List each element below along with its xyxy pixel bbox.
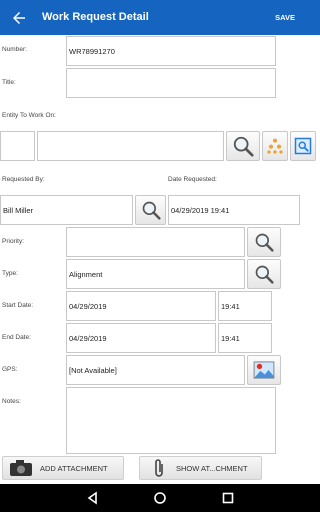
magnifier-icon <box>255 265 274 284</box>
end-time-field[interactable]: 19:41 <box>218 323 272 353</box>
show-attachment-button[interactable]: SHOW AT...CHMENT <box>139 456 262 480</box>
type-label: Type: <box>2 270 18 277</box>
gps-image-button[interactable] <box>247 355 281 385</box>
paperclip-icon <box>155 459 163 477</box>
number-field[interactable]: WR78991270 <box>66 36 276 66</box>
notes-label: Notes: <box>2 398 21 405</box>
home-circle-icon[interactable] <box>153 491 167 505</box>
requested-by-field[interactable]: Bill Miller <box>0 195 133 225</box>
priority-field[interactable] <box>66 227 245 257</box>
camera-icon <box>10 460 32 476</box>
start-date-field[interactable]: 04/29/2019 <box>66 291 216 321</box>
date-requested-field[interactable]: 04/29/2019 19:41 <box>168 195 300 225</box>
requested-by-search-button[interactable] <box>135 195 166 225</box>
show-attachment-label: SHOW AT...CHMENT <box>176 463 248 473</box>
start-time-field[interactable]: 19:41 <box>218 291 272 321</box>
gps-label: GPS: <box>2 366 18 373</box>
add-attachment-button[interactable]: ADD ATTACHMENT <box>2 456 124 480</box>
recents-square-icon[interactable] <box>221 491 235 505</box>
start-date-label: Start Date: <box>2 302 34 309</box>
system-nav-bar <box>0 484 320 512</box>
magnifier-icon <box>233 136 254 157</box>
end-date-field[interactable]: 04/29/2019 <box>66 323 216 353</box>
page-title: Work Request Detail <box>42 11 149 23</box>
save-button[interactable]: SAVE <box>275 13 295 22</box>
number-label: Number: <box>2 46 27 53</box>
title-field[interactable] <box>66 68 276 98</box>
entity-hierarchy-button[interactable] <box>262 131 288 161</box>
magnifier-icon <box>255 233 274 252</box>
date-requested-label: Date Requested: <box>168 176 217 183</box>
entity-search-button[interactable] <box>226 131 260 161</box>
magnifier-icon <box>142 201 161 220</box>
entity-label: Entity To Work On: <box>2 112 56 119</box>
app-bar: Work Request Detail SAVE <box>0 0 320 35</box>
type-search-button[interactable] <box>247 259 281 289</box>
add-attachment-label: ADD ATTACHMENT <box>40 463 108 473</box>
end-date-label: End Date: <box>2 334 31 341</box>
notes-field[interactable] <box>66 387 276 454</box>
back-triangle-icon[interactable] <box>86 491 100 505</box>
entity-description-field[interactable] <box>37 131 224 161</box>
type-field[interactable]: Alignment <box>66 259 245 289</box>
scan-search-icon <box>294 137 312 155</box>
entity-code-field[interactable] <box>0 131 35 161</box>
hierarchy-icon <box>267 138 283 154</box>
title-label: Title: <box>2 79 16 86</box>
requested-by-label: Requested By: <box>2 176 45 183</box>
entity-scan-button[interactable] <box>290 131 316 161</box>
priority-search-button[interactable] <box>247 227 281 257</box>
landscape-image-icon <box>253 361 275 379</box>
priority-label: Priority: <box>2 238 25 245</box>
gps-field: [Not Available] <box>66 355 245 385</box>
back-arrow-icon[interactable] <box>10 9 28 27</box>
